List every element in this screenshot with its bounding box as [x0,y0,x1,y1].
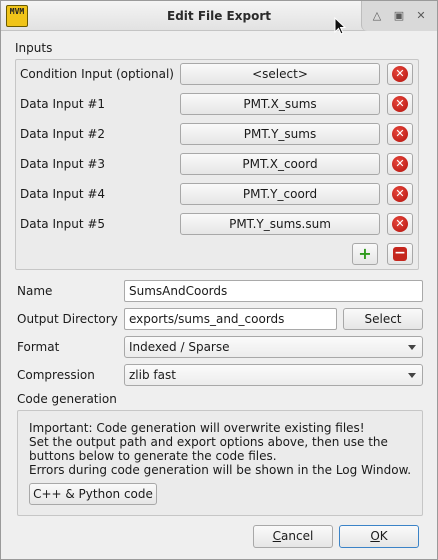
ok-button[interactable]: OK [339,525,419,548]
output-directory-input[interactable] [124,308,337,330]
close-icon[interactable]: ✕ [414,9,428,23]
cancel-mnemonic: C [272,529,282,543]
generate-code-button[interactable]: C++ & Python code [29,483,157,505]
compression-combo[interactable]: zlib fast [124,364,423,386]
format-combo[interactable]: Indexed / Sparse [124,336,423,358]
cancel-label-rest: ancel [281,529,314,543]
data-input-1-select-button[interactable]: PMT.X_sums [180,93,380,115]
data-input-4-select-button[interactable]: PMT.Y_coord [180,183,380,205]
format-value: Indexed / Sparse [129,340,230,354]
mouse-cursor-icon [334,17,346,35]
delete-data-input-4-button[interactable]: ✕ [387,183,413,205]
delete-data-input-5-button[interactable]: ✕ [387,213,413,235]
format-label: Format [17,340,60,354]
codegen-note-line: Errors during code generation will be sh… [29,463,412,477]
codegen-note-line: Set the output path and export options a… [29,435,388,449]
chevron-down-icon [408,373,416,378]
cancel-button[interactable]: Cancel [253,525,333,548]
delete-data-input-1-button[interactable]: ✕ [387,93,413,115]
delete-data-input-3-button[interactable]: ✕ [387,153,413,175]
codegen-note-line: buttons below to generate the code files… [29,449,277,463]
name-input[interactable] [124,280,423,302]
inputs-group-label: Inputs [15,41,53,55]
condition-input-select-button[interactable]: <select> [180,63,380,85]
compression-value: zlib fast [129,368,176,382]
output-directory-label: Output Directory [17,312,118,326]
delete-icon: ✕ [392,186,408,202]
codegen-group-label: Code generation [17,392,117,406]
data-input-3-select-button[interactable]: PMT.X_coord [180,153,380,175]
data-input-5-label: Data Input #5 [20,217,106,231]
ok-label-rest: K [379,529,388,543]
data-input-2-select-button[interactable]: PMT.Y_sums [180,123,380,145]
add-input-button[interactable]: + [352,243,378,265]
delete-icon: ✕ [392,126,408,142]
name-label: Name [17,284,53,298]
data-input-2-label: Data Input #2 [20,127,106,141]
codegen-note-line: Important: Code generation will overwrit… [29,421,365,435]
shade-icon[interactable]: △ [370,9,384,23]
delete-icon: ✕ [392,156,408,172]
maximize-icon[interactable]: ▣ [392,9,406,23]
plus-icon: + [358,244,372,263]
delete-icon: ✕ [392,216,408,232]
compression-label: Compression [17,368,95,382]
condition-input-label: Condition Input (optional) [20,67,174,81]
title-bar[interactable]: MVM Edit File Export △ ▣ ✕ [1,1,437,31]
delete-icon: ✕ [392,96,408,112]
minus-icon: − [393,245,407,261]
delete-condition-input-button[interactable]: ✕ [387,63,413,85]
data-input-1-label: Data Input #1 [20,97,106,111]
edit-file-export-dialog: MVM Edit File Export △ ▣ ✕ Inputs Condit… [0,0,438,560]
chevron-down-icon [408,345,416,350]
delete-data-input-2-button[interactable]: ✕ [387,123,413,145]
data-input-3-label: Data Input #3 [20,157,106,171]
ok-mnemonic: O [370,529,380,543]
data-input-5-select-button[interactable]: PMT.Y_sums.sum [180,213,380,235]
remove-input-button[interactable]: − [387,243,413,265]
select-directory-button[interactable]: Select [343,308,423,330]
delete-icon: ✕ [392,66,408,82]
window-controls: △ ▣ ✕ [361,1,437,31]
data-input-4-label: Data Input #4 [20,187,106,201]
